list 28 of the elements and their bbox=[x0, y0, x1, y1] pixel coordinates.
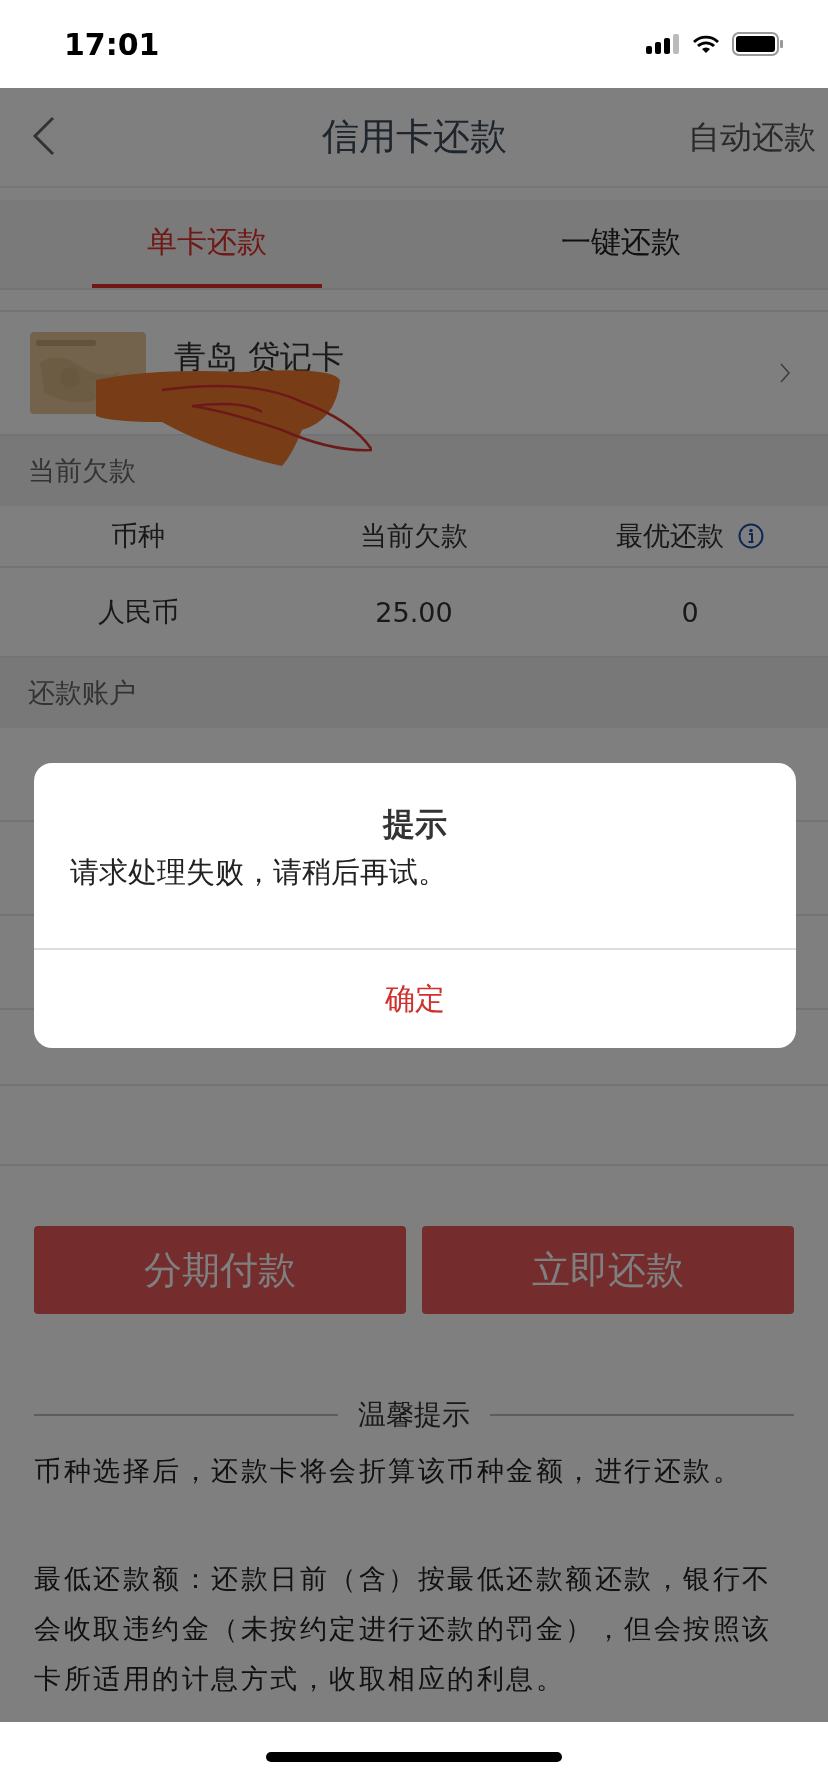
table-cell-text: 0 bbox=[680, 596, 700, 628]
column-header: 币种 bbox=[111, 519, 165, 553]
action-button[interactable]: 分期付款 bbox=[34, 1226, 406, 1314]
tip-paragraph: 币种选择后，还款卡将会折算该币种金额，进行还款。 bbox=[34, 1454, 743, 1488]
table-cell-text: 25.00 bbox=[374, 596, 454, 628]
info-icon[interactable] bbox=[738, 523, 764, 549]
battery-icon bbox=[732, 32, 784, 56]
dialog-title: 提示 bbox=[381, 804, 448, 845]
tab[interactable]: 单卡还款 bbox=[92, 200, 322, 288]
status-time: 17:01 bbox=[64, 26, 160, 62]
section-title: 还款账户 bbox=[28, 676, 136, 710]
confirm-button[interactable]: 确定 bbox=[34, 948, 796, 1048]
tip-paragraph: 最低还款额：还款日前（含）按最低还款额还款，银行不会收取违约金（未按约定进行还款的罚金），但会按照该卡所适用的计息方式，收取相应的利息。 bbox=[34, 1562, 773, 1696]
section-title: 当前欠款 bbox=[28, 454, 136, 488]
tips-title: 温馨提示 bbox=[358, 1397, 470, 1433]
dialog-message: 请求处理失败，请稍后再试。 bbox=[69, 854, 448, 891]
tab[interactable]: 一键还款 bbox=[506, 200, 736, 288]
column-header: 最优还款 bbox=[616, 519, 724, 553]
table-cell-text: 人民币 bbox=[96, 595, 180, 629]
auto-repay-link[interactable]: 自动还款 bbox=[688, 116, 816, 160]
card-name: 青岛 贷记卡 bbox=[174, 337, 346, 378]
column-header: 当前欠款 bbox=[360, 519, 468, 553]
back-icon[interactable] bbox=[32, 116, 56, 156]
action-button[interactable]: 立即还款 bbox=[422, 1226, 794, 1314]
wifi-icon bbox=[692, 34, 720, 54]
page-title: 信用卡还款 bbox=[321, 114, 507, 160]
chevron-right-icon[interactable] bbox=[780, 363, 790, 383]
signal-icon bbox=[646, 33, 680, 55]
